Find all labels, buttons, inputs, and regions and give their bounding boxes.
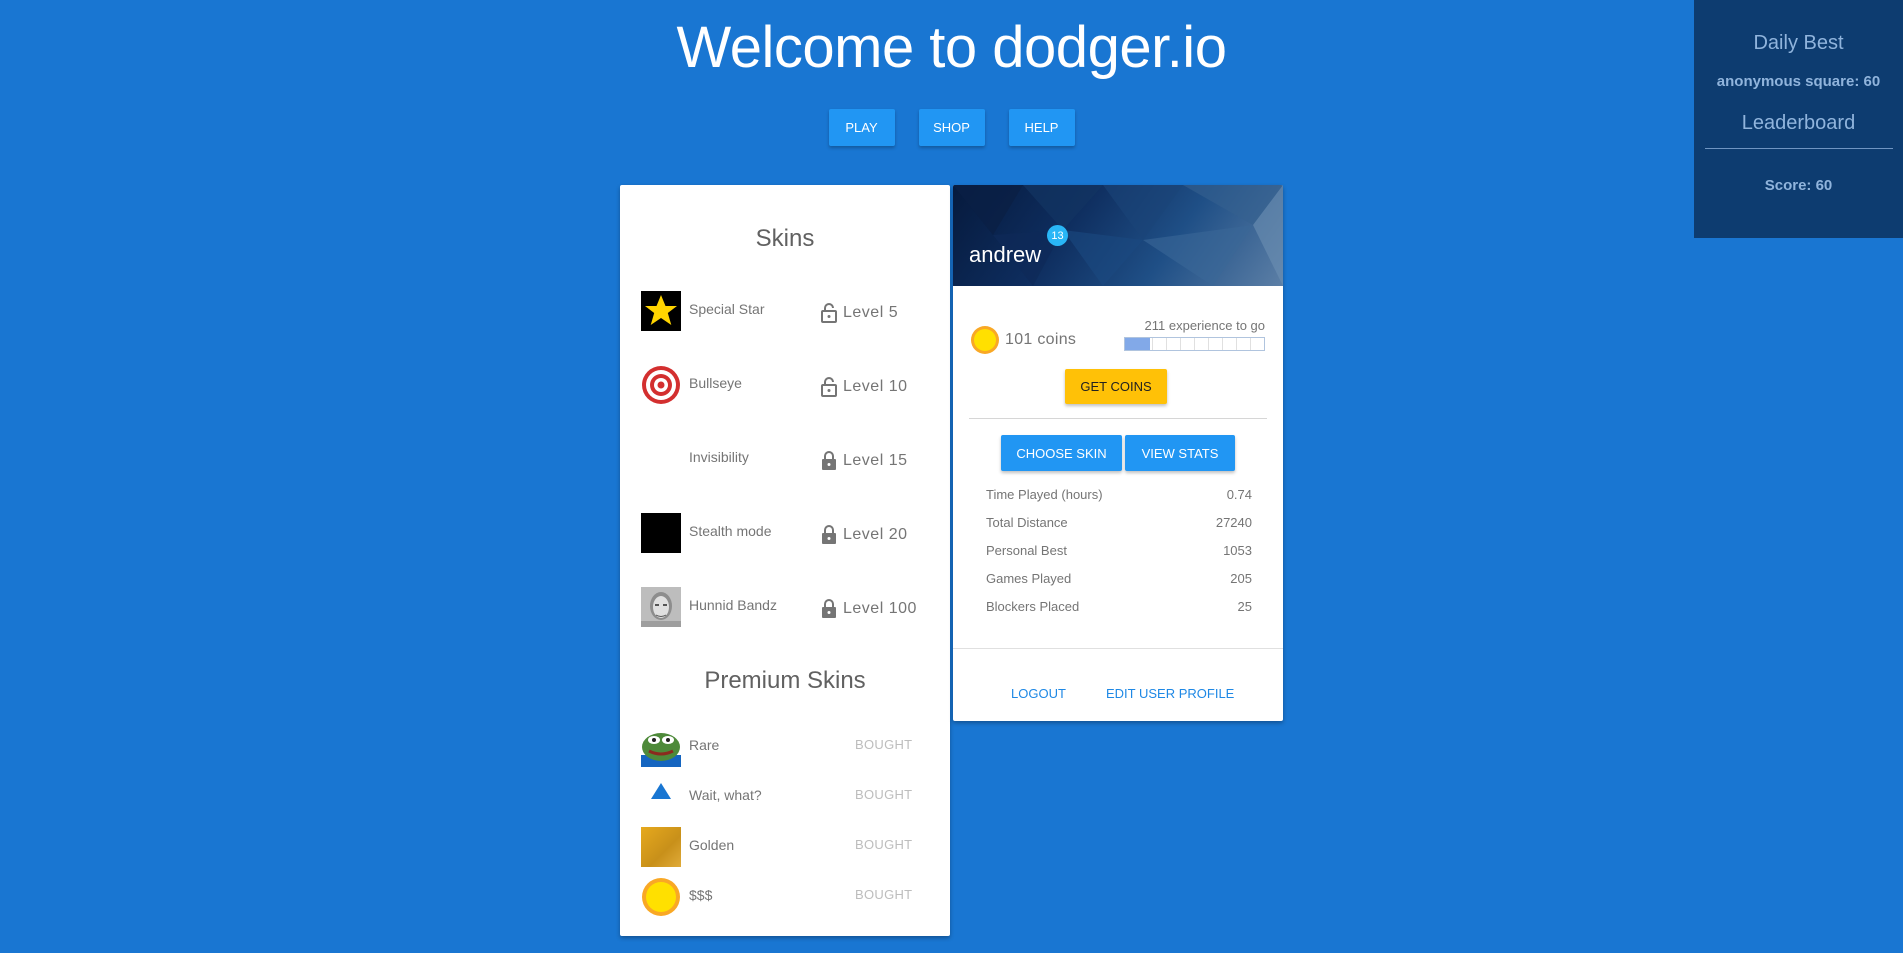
get-coins-button[interactable]: GET COINS bbox=[1065, 369, 1167, 404]
coin-count: 101 coins bbox=[1005, 331, 1077, 348]
stat-label: Personal Best bbox=[986, 543, 1067, 558]
coin-balance: 101 coins bbox=[970, 325, 1076, 355]
premium-skins-title: Premium Skins bbox=[704, 667, 866, 694]
skin-name: Bullseye bbox=[689, 375, 742, 391]
skin-level: Level 15 bbox=[821, 451, 908, 471]
lock-icon bbox=[822, 599, 836, 618]
frog-skin-icon bbox=[641, 727, 681, 767]
skin-item-stealth-mode[interactable]: Stealth mode Level 20 bbox=[641, 513, 941, 553]
profile-card: andrew 13 101 coins 211 experience to go… bbox=[953, 185, 1283, 721]
skin-level-label: Level 100 bbox=[843, 600, 917, 617]
play-button[interactable]: PLAY bbox=[828, 109, 895, 146]
skin-item-bullseye[interactable]: Bullseye Level 10 bbox=[641, 365, 941, 405]
stat-row: Time Played (hours) 0.74 bbox=[986, 487, 1252, 515]
edit-user-profile-link[interactable]: EDIT USER PROFILE bbox=[1106, 686, 1234, 701]
stats-table: Time Played (hours) 0.74 Total Distance 27… bbox=[986, 487, 1252, 627]
coin-icon bbox=[971, 326, 999, 354]
lock-icon bbox=[822, 525, 836, 544]
skin-level-label: Level 5 bbox=[843, 304, 899, 321]
skin-item-hunnid-bandz[interactable]: Hunnid Bandz Level 100 bbox=[641, 587, 941, 627]
stat-row: Blockers Placed 25 bbox=[986, 599, 1252, 627]
bought-status: BOUGHT bbox=[855, 837, 913, 852]
leaderboard-panel: Daily Best anonymous square: 60 Leaderbo… bbox=[1694, 0, 1903, 238]
divider bbox=[953, 648, 1283, 649]
experience-progress-fill bbox=[1125, 338, 1151, 350]
choose-skin-button[interactable]: CHOOSE SKIN bbox=[1001, 435, 1122, 471]
bought-status: BOUGHT bbox=[855, 887, 913, 902]
skin-level-label: Level 20 bbox=[843, 526, 908, 543]
level-badge: 13 bbox=[1047, 225, 1068, 246]
bought-status: BOUGHT bbox=[855, 787, 913, 802]
stat-label: Time Played (hours) bbox=[986, 487, 1103, 502]
stat-row: Games Played 205 bbox=[986, 571, 1252, 599]
profile-banner: andrew 13 bbox=[953, 185, 1283, 286]
page-title: Welcome to dodger.io bbox=[676, 15, 1227, 80]
daily-best-title: Daily Best bbox=[1753, 32, 1844, 54]
banknote-portrait-skin-icon bbox=[641, 587, 681, 627]
experience-label: 211 experience to go bbox=[1144, 318, 1265, 333]
skin-name: $$$ bbox=[689, 887, 713, 903]
coin-skin-icon bbox=[641, 877, 681, 917]
skin-item-special-star[interactable]: Special Star Level 5 bbox=[641, 291, 941, 331]
shop-button[interactable]: SHOP bbox=[918, 109, 985, 146]
skin-name: Rare bbox=[689, 737, 720, 753]
skin-level: Level 20 bbox=[821, 525, 908, 545]
divider bbox=[969, 418, 1267, 419]
golden-skin-icon bbox=[641, 827, 681, 867]
skin-name: Hunnid Bandz bbox=[689, 597, 777, 613]
stat-label: Games Played bbox=[986, 571, 1072, 586]
stat-row: Personal Best 1053 bbox=[986, 543, 1252, 571]
skin-level-label: Level 15 bbox=[843, 452, 908, 469]
triangle-skin-icon bbox=[641, 777, 681, 817]
skin-name: Invisibility bbox=[689, 449, 749, 465]
experience-progress-bar bbox=[1124, 337, 1265, 351]
skins-title: Skins bbox=[755, 225, 815, 252]
skin-level: Level 5 bbox=[821, 303, 898, 323]
stat-row: Total Distance 27240 bbox=[986, 515, 1252, 543]
skin-level-label: Level 10 bbox=[843, 378, 908, 395]
premium-skin-item-money[interactable]: $$$ BOUGHT bbox=[641, 877, 941, 917]
stat-value: 27240 bbox=[1215, 515, 1252, 530]
invisibility-skin-icon bbox=[641, 439, 681, 479]
unlocked-lock-icon bbox=[821, 303, 837, 323]
view-stats-button[interactable]: VIEW STATS bbox=[1125, 435, 1235, 471]
stat-value: 25 bbox=[1237, 599, 1252, 614]
username: andrew bbox=[969, 242, 1042, 267]
skins-card: Skins Special Star Level 5 Bullseye Leve… bbox=[620, 185, 950, 936]
skin-name: Golden bbox=[689, 837, 735, 853]
unlocked-lock-icon bbox=[821, 377, 837, 397]
star-skin-icon bbox=[641, 291, 681, 331]
help-button[interactable]: HELP bbox=[1008, 109, 1075, 146]
main-nav: PLAY SHOP HELP bbox=[0, 109, 1903, 146]
stat-label: Blockers Placed bbox=[986, 599, 1080, 614]
lock-icon bbox=[822, 451, 836, 470]
premium-skin-item-golden[interactable]: Golden BOUGHT bbox=[641, 827, 941, 867]
stat-value: 1053 bbox=[1223, 543, 1252, 558]
premium-skin-item-wait-what[interactable]: Wait, what? BOUGHT bbox=[641, 777, 941, 817]
leaderboard-divider bbox=[1704, 148, 1893, 149]
skin-name: Special Star bbox=[689, 301, 765, 317]
skin-level: Level 100 bbox=[821, 599, 917, 619]
skin-name: Wait, what? bbox=[689, 787, 762, 803]
premium-skin-item-rare[interactable]: Rare BOUGHT bbox=[641, 727, 941, 767]
leaderboard-score: Score: 60 bbox=[1764, 177, 1833, 194]
stat-label: Total Distance bbox=[986, 515, 1068, 530]
daily-best-entry: anonymous square: 60 bbox=[1716, 73, 1881, 90]
skin-item-invisibility[interactable]: Invisibility Level 15 bbox=[641, 439, 941, 479]
skin-level: Level 10 bbox=[821, 377, 908, 397]
bullseye-skin-icon bbox=[641, 365, 681, 405]
stealth-skin-icon bbox=[641, 513, 681, 553]
stat-value: 205 bbox=[1230, 571, 1252, 586]
stat-value: 0.74 bbox=[1226, 487, 1252, 502]
logout-link[interactable]: LOGOUT bbox=[1011, 686, 1066, 701]
leaderboard-title: Leaderboard bbox=[1741, 112, 1856, 134]
skin-name: Stealth mode bbox=[689, 523, 772, 539]
bought-status: BOUGHT bbox=[855, 737, 913, 752]
